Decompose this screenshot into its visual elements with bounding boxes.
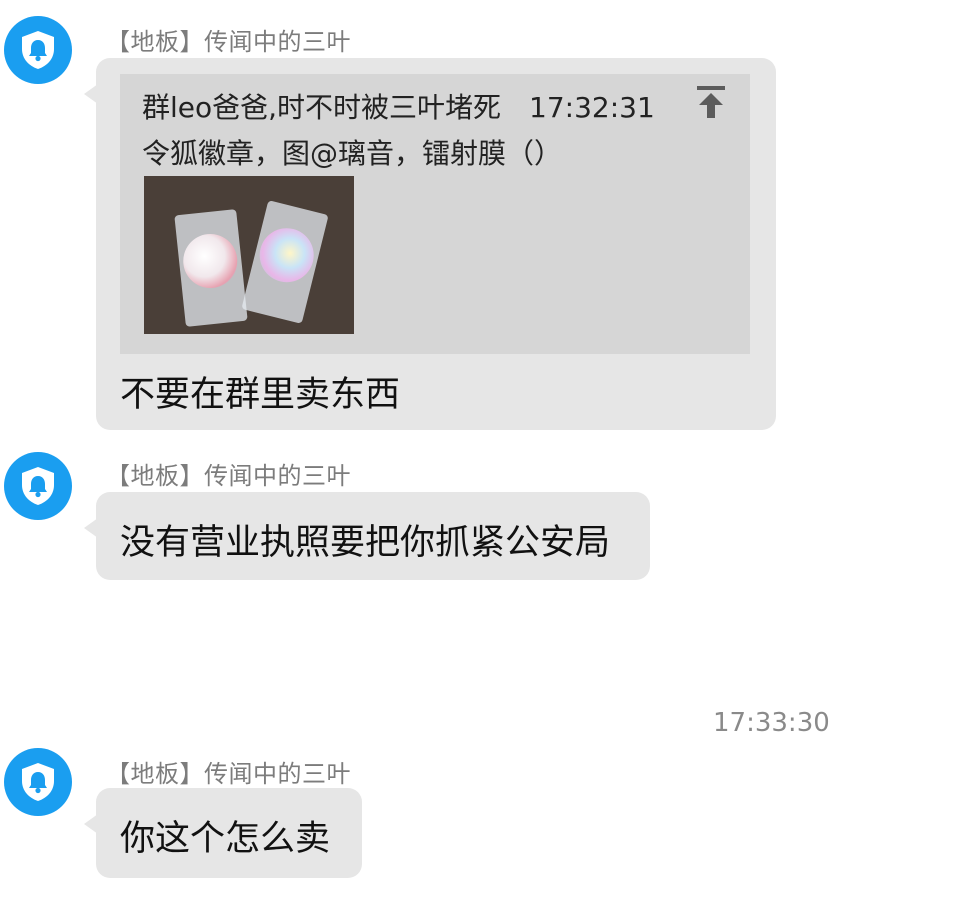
bubble-tail <box>84 84 98 104</box>
avatar[interactable] <box>4 748 72 816</box>
quoted-message[interactable]: 群leo爸爸,时不时被三叶堵死 17:32:31 令狐徽章，图@璃音，镭射膜（） <box>120 74 750 354</box>
message-text: 你这个怎么卖 <box>120 819 331 859</box>
sender-name: 【地板】传闻中的三叶 <box>106 462 351 490</box>
message-bubble[interactable]: 你这个怎么卖 <box>84 788 362 878</box>
message-text: 没有营业执照要把你抓紧公安局 <box>120 523 611 563</box>
message-text: 不要在群里卖东西 <box>120 375 401 415</box>
sender-name: 【地板】传闻中的三叶 <box>106 760 351 788</box>
badge <box>180 231 240 291</box>
quote-header: 群leo爸爸,时不时被三叶堵死 17:32:31 <box>142 91 655 124</box>
timestamp: 17:33:30 <box>713 708 830 738</box>
badge-package <box>174 209 248 327</box>
shield-bell-icon <box>22 31 54 69</box>
up-arrow-icon[interactable] <box>696 84 726 120</box>
badge <box>253 222 320 288</box>
shield-bell-icon <box>22 467 54 505</box>
shield-bell-icon <box>22 763 54 801</box>
bubble-tail <box>84 814 98 834</box>
avatar[interactable] <box>4 16 72 84</box>
sender-name: 【地板】传闻中的三叶 <box>106 28 351 56</box>
quoted-image[interactable] <box>144 176 354 334</box>
badge-package <box>241 200 329 324</box>
bubble-tail <box>84 518 98 538</box>
avatar[interactable] <box>4 452 72 520</box>
message-bubble[interactable]: 没有营业执照要把你抓紧公安局 <box>84 492 650 580</box>
quote-text: 令狐徽章，图@璃音，镭射膜（） <box>142 137 563 170</box>
message-bubble[interactable]: 群leo爸爸,时不时被三叶堵死 17:32:31 令狐徽章，图@璃音，镭射膜（）… <box>84 58 776 430</box>
